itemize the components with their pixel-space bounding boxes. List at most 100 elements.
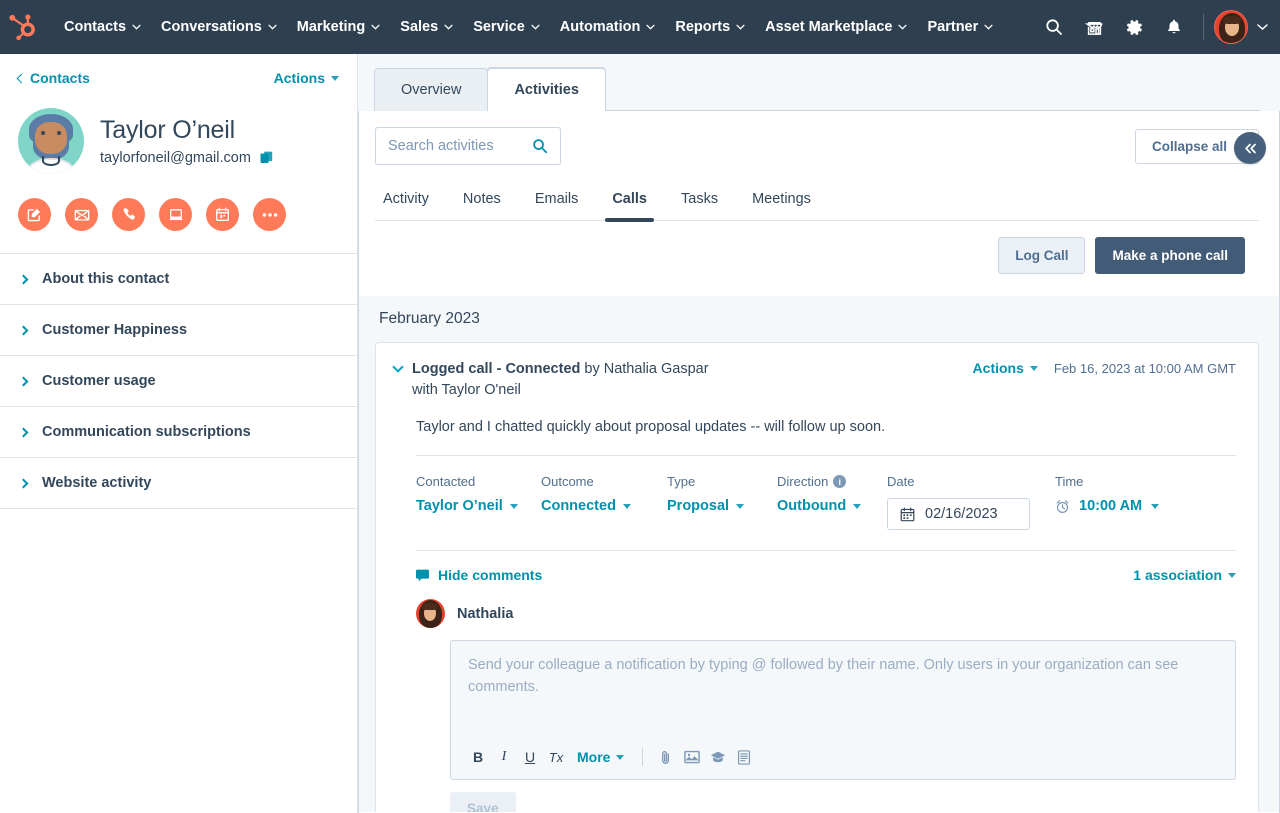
call-body-text: Taylor and I chatted quickly about propo…: [416, 419, 1236, 435]
subtab-meetings[interactable]: Meetings: [735, 183, 828, 220]
nav-item-label: Automation: [560, 19, 641, 35]
search-input[interactable]: [388, 138, 518, 154]
call-icon[interactable]: [112, 198, 145, 231]
more-icon[interactable]: [253, 198, 286, 231]
sidebar-sections: About this contact Customer Happiness Cust…: [0, 253, 357, 509]
breadcrumb-contacts[interactable]: Contacts: [18, 70, 90, 86]
info-icon[interactable]: i: [833, 475, 846, 488]
meta-dropdown[interactable]: Connected: [541, 498, 667, 514]
nav-item-label: Service: [473, 19, 525, 35]
document-icon[interactable]: [731, 745, 757, 769]
subtab-notes[interactable]: Notes: [446, 183, 518, 220]
panel-inner: Collapse all ActivityNotesEmailsCallsTas…: [359, 111, 1279, 812]
comment-input[interactable]: Send your colleague a notification by ty…: [451, 641, 1235, 739]
nav-divider: [1203, 14, 1204, 40]
meta-field-outcome: OutcomeConnected: [541, 474, 667, 530]
sidebar-section-about-this-contact[interactable]: About this contact: [0, 254, 357, 305]
chat-icon[interactable]: [159, 198, 192, 231]
chevron-down-icon: [616, 755, 624, 760]
settings-gear-icon[interactable]: [1115, 8, 1153, 46]
chevron-down-icon: [1228, 573, 1236, 578]
image-icon[interactable]: [679, 745, 705, 769]
bold-button[interactable]: B: [465, 745, 491, 769]
underline-button[interactable]: U: [517, 745, 543, 769]
email-icon[interactable]: [65, 198, 98, 231]
nav-item-automation[interactable]: Automation: [550, 13, 666, 41]
call-timestamp: Feb 16, 2023 at 10:00 AM GMT: [1054, 361, 1236, 376]
meta-field-type: TypeProposal: [667, 474, 777, 530]
copy-icon[interactable]: [260, 151, 274, 165]
nav-item-sales[interactable]: Sales: [390, 13, 463, 41]
meta-dropdown[interactable]: Proposal: [667, 498, 777, 514]
sidebar-top: Contacts Actions Taylor O’neil taylorfon…: [0, 54, 357, 253]
comment-bubble-icon: [416, 569, 430, 582]
meta-field-time: Time 10:00 AM: [1055, 474, 1159, 530]
more-formatting-button[interactable]: More: [569, 749, 632, 765]
attachment-icon[interactable]: [653, 745, 679, 769]
nav-item-contacts[interactable]: Contacts: [54, 13, 151, 41]
nav-item-conversations[interactable]: Conversations: [151, 13, 287, 41]
clear-formatting-button[interactable]: Tx: [543, 745, 569, 769]
subtab-activity[interactable]: Activity: [375, 183, 446, 220]
tab-activities[interactable]: Activities: [487, 68, 605, 111]
comment-editor[interactable]: Send your colleague a notification by ty…: [450, 640, 1236, 780]
nav-item-service[interactable]: Service: [463, 13, 550, 41]
activities-panel: Collapse all ActivityNotesEmailsCallsTas…: [358, 111, 1280, 813]
quick-action-buttons: [18, 198, 339, 253]
make-phone-call-button[interactable]: Make a phone call: [1095, 237, 1245, 274]
meeting-icon[interactable]: [206, 198, 239, 231]
subtab-emails[interactable]: Emails: [518, 183, 596, 220]
nav-item-label: Reports: [675, 19, 730, 35]
association-button[interactable]: 1 association: [1133, 567, 1236, 583]
search-icon[interactable]: [532, 138, 548, 154]
chevron-right-icon: [18, 276, 28, 283]
sidebar-section-website-activity[interactable]: Website activity: [0, 458, 357, 509]
nav-item-asset-marketplace[interactable]: Asset Marketplace: [755, 13, 917, 41]
timeline-scroll-area[interactable]: Logged call - Connected by Nathalia Gasp…: [359, 342, 1279, 812]
nav-item-reports[interactable]: Reports: [665, 13, 755, 41]
time-picker[interactable]: 10:00 AM: [1055, 498, 1159, 514]
marketplace-icon[interactable]: [1075, 8, 1113, 46]
save-comment-button[interactable]: Save: [450, 792, 516, 812]
chevron-down-icon: [1151, 504, 1159, 509]
nav-item-partner[interactable]: Partner: [917, 13, 1003, 41]
log-call-button[interactable]: Log Call: [998, 237, 1085, 274]
calendar-icon: [900, 507, 915, 522]
meta-dropdown[interactable]: Outbound: [777, 498, 887, 514]
tab-overview[interactable]: Overview: [374, 68, 488, 111]
date-input[interactable]: 02/16/2023: [887, 498, 1030, 530]
hubspot-logo[interactable]: [0, 0, 44, 54]
collapse-all-label: Collapse all: [1152, 139, 1227, 154]
notifications-bell-icon[interactable]: [1155, 8, 1193, 46]
contact-avatar[interactable]: [18, 108, 84, 174]
hide-comments-button[interactable]: Hide comments: [416, 567, 542, 583]
call-title-by: by Nathalia Gaspar: [580, 361, 708, 377]
meta-label-text: Time: [1055, 474, 1083, 489]
subtab-calls[interactable]: Calls: [595, 183, 664, 220]
sidebar-section-communication-subscriptions[interactable]: Communication subscriptions: [0, 407, 357, 458]
collapse-panel-button[interactable]: [1234, 132, 1266, 164]
sidebar-section-label: Customer Happiness: [42, 322, 187, 338]
meta-label: Date: [887, 474, 1055, 489]
sidebar-section-customer-happiness[interactable]: Customer Happiness: [0, 305, 357, 356]
logged-call-card: Logged call - Connected by Nathalia Gasp…: [375, 342, 1259, 812]
search-activities-box[interactable]: [375, 127, 561, 165]
meta-dropdown[interactable]: Taylor O’neil: [416, 498, 541, 514]
italic-button[interactable]: I: [491, 745, 517, 769]
clock-alarm-icon: [1055, 499, 1070, 514]
call-meta-fields: ContactedTaylor O’neilOutcomeConnectedTy…: [416, 455, 1236, 530]
user-menu-caret-icon[interactable]: [1257, 18, 1268, 36]
meta-field-contacted: ContactedTaylor O’neil: [416, 474, 541, 530]
commenter-name: Nathalia: [457, 606, 513, 622]
search-icon[interactable]: [1035, 8, 1073, 46]
call-actions-button[interactable]: Actions: [973, 360, 1038, 376]
sidebar-actions-button[interactable]: Actions: [274, 70, 339, 86]
subtab-tasks[interactable]: Tasks: [664, 183, 735, 220]
nav-item-marketing[interactable]: Marketing: [287, 13, 391, 41]
collapse-call-chevron-icon[interactable]: [394, 363, 402, 371]
note-icon[interactable]: [18, 198, 51, 231]
chevron-down-icon: [646, 24, 655, 30]
knowledge-article-icon[interactable]: [705, 745, 731, 769]
user-avatar[interactable]: [1214, 10, 1248, 44]
sidebar-section-customer-usage[interactable]: Customer usage: [0, 356, 357, 407]
